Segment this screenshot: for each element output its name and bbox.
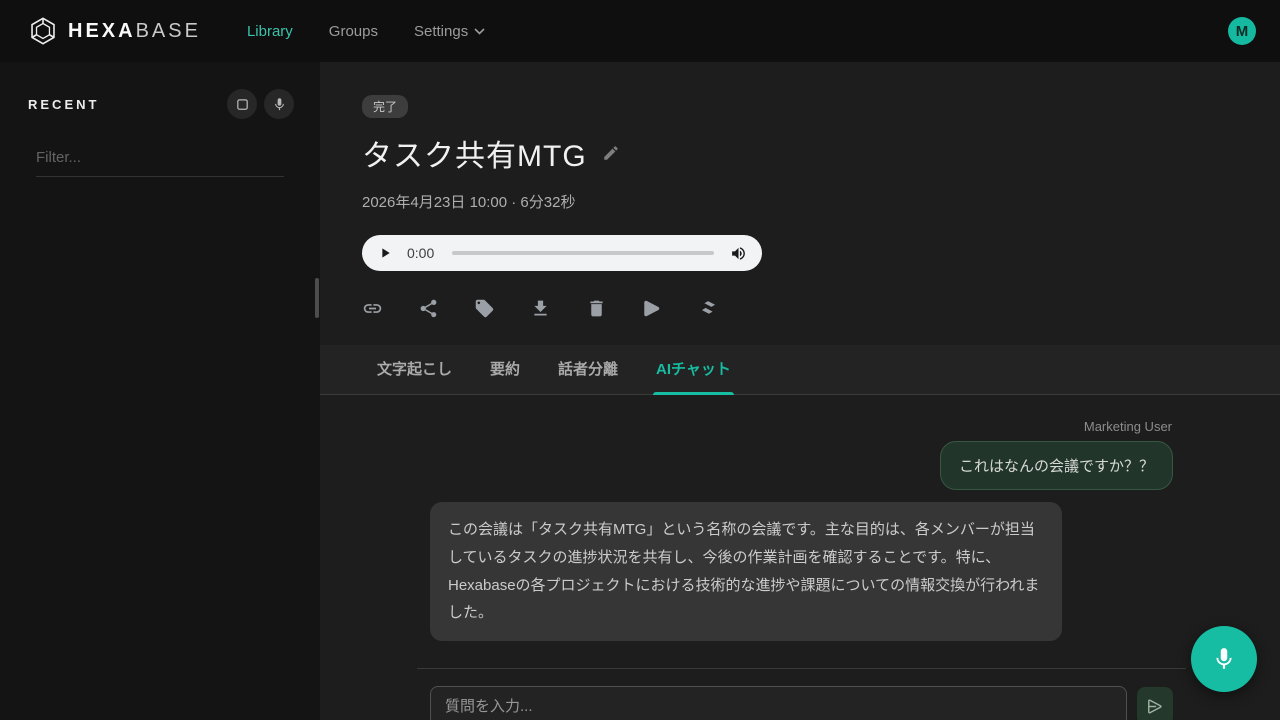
download-button[interactable] [530, 298, 551, 319]
tab-summary[interactable]: 要約 [471, 345, 539, 394]
share-button[interactable] [418, 298, 439, 319]
app-window: HEXABASE Library Groups Settings M RECEN… [0, 0, 1280, 720]
top-navigation-bar: HEXABASE Library Groups Settings M [0, 0, 1280, 62]
link-icon [362, 298, 383, 319]
play-icon [377, 245, 393, 261]
tab-ai-chat[interactable]: AIチャット [637, 345, 750, 394]
recent-sidebar: RECENT [0, 62, 320, 720]
nav-library[interactable]: Library [247, 23, 293, 40]
tag-button[interactable] [474, 298, 495, 319]
hexabase-transfer-icon [698, 298, 719, 319]
floating-record-button[interactable] [1191, 626, 1257, 692]
user-message-bubble: これはなんの会議ですか？？ [940, 441, 1173, 490]
nav-settings-label: Settings [414, 23, 468, 40]
square-outline-icon [235, 97, 250, 112]
send-to-button[interactable] [642, 298, 663, 319]
ai-chat-panel: Marketing User これはなんの会議ですか？？ この会議は「タスク共有… [417, 395, 1186, 720]
play-button[interactable] [377, 245, 393, 261]
status-badge: 完了 [362, 95, 408, 118]
tab-speaker-separation[interactable]: 話者分離 [539, 345, 637, 394]
meeting-detail-panel: 完了 タスク共有MTG 2026年4月23日 10:00 · 6分32秒 0:0… [320, 62, 1280, 720]
recent-heading: RECENT [28, 97, 99, 112]
chat-sender-name: Marketing User [1084, 419, 1172, 434]
tab-transcript[interactable]: 文字起こし [358, 345, 471, 394]
audio-player: 0:00 [362, 235, 762, 271]
meeting-datetime: 2026年4月23日 10:00 · 6分32秒 [362, 191, 1238, 212]
microphone-icon [1211, 646, 1237, 672]
hexabase-logo[interactable]: HEXABASE [28, 16, 201, 46]
chat-send-button[interactable] [1137, 687, 1173, 720]
tag-icon [474, 298, 495, 319]
nav-settings[interactable]: Settings [414, 23, 485, 40]
trash-icon [586, 298, 607, 319]
filter-input[interactable] [36, 143, 284, 176]
logo-base: BASE [136, 20, 201, 43]
chat-question-input[interactable] [430, 686, 1127, 720]
hexabase-transfer-button[interactable] [698, 298, 719, 319]
logo-hexa: HEXA [68, 20, 136, 43]
select-items-button[interactable] [227, 89, 257, 119]
send-icon [1146, 697, 1165, 716]
sidebar-scrollbar[interactable] [315, 278, 319, 318]
playback-time: 0:00 [407, 245, 434, 261]
nav-groups[interactable]: Groups [329, 23, 378, 40]
detail-tabbar: 文字起こし 要約 話者分離 AIチャット [320, 345, 1280, 395]
hexabase-logo-icon [28, 16, 58, 46]
pencil-icon [602, 144, 620, 162]
download-icon [530, 298, 551, 319]
logo-wordmark: HEXABASE [68, 20, 201, 43]
chevron-down-icon [474, 28, 485, 35]
user-avatar[interactable]: M [1228, 17, 1256, 45]
ai-message-bubble: この会議は「タスク共有MTG」という名称の会議です。主な目的は、各メンバーが担当… [430, 502, 1062, 641]
chat-divider [417, 668, 1186, 669]
share-icon [418, 298, 439, 319]
copy-link-button[interactable] [362, 298, 383, 319]
microphone-icon [272, 97, 287, 112]
volume-button[interactable] [730, 245, 747, 262]
volume-icon [730, 245, 747, 262]
page-title: タスク共有MTG [362, 131, 587, 175]
seek-slider[interactable] [452, 251, 714, 255]
send-icon [642, 298, 663, 319]
edit-title-button[interactable] [602, 144, 620, 162]
record-audio-button[interactable] [264, 89, 294, 119]
meeting-action-toolbar [362, 298, 1238, 319]
primary-nav: Library Groups Settings [247, 23, 485, 40]
delete-button[interactable] [586, 298, 607, 319]
